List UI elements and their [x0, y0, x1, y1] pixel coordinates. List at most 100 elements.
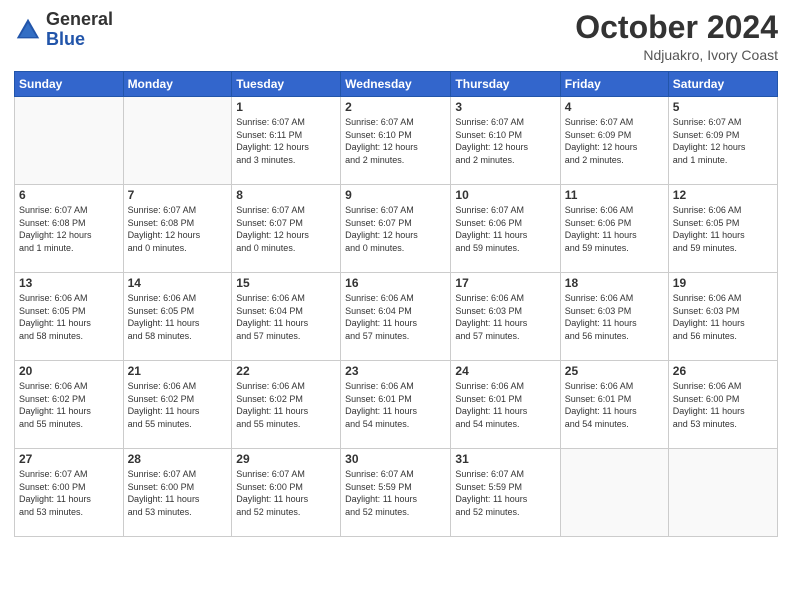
day-info: Sunrise: 6:07 AM Sunset: 6:09 PM Dayligh… — [673, 116, 773, 166]
day-number: 7 — [128, 188, 228, 202]
weekday-header-row: SundayMondayTuesdayWednesdayThursdayFrid… — [15, 72, 778, 97]
day-number: 27 — [19, 452, 119, 466]
weekday-header-wednesday: Wednesday — [341, 72, 451, 97]
day-number: 3 — [455, 100, 555, 114]
day-number: 10 — [455, 188, 555, 202]
calendar-week-row: 20Sunrise: 6:06 AM Sunset: 6:02 PM Dayli… — [15, 361, 778, 449]
day-info: Sunrise: 6:07 AM Sunset: 6:00 PM Dayligh… — [128, 468, 228, 518]
day-number: 16 — [345, 276, 446, 290]
day-info: Sunrise: 6:06 AM Sunset: 6:01 PM Dayligh… — [565, 380, 664, 430]
calendar-week-row: 13 Sunrise: 6:06 AM Sunset: 6:05 PM Dayli… — [15, 273, 778, 361]
day-number: 12 — [673, 188, 773, 202]
day-info: Sunrise: 6:06 AM Sunset: 6:03 PM Dayligh… — [455, 292, 555, 342]
day-number: 17 — [455, 276, 555, 290]
day-number: 25 — [565, 364, 664, 378]
calendar-cell: 23 Sunrise: 6:06 AM Sunset: 6:01 PM Dayli… — [341, 361, 451, 449]
calendar-cell: 2Sunrise: 6:07 AM Sunset: 6:10 PM Daylig… — [341, 97, 451, 185]
day-info: Sunrise: 6:07 AM Sunset: 6:10 PM Dayligh… — [345, 116, 446, 166]
calendar-cell: 9 Sunrise: 6:07 AM Sunset: 6:07 PM Daylig… — [341, 185, 451, 273]
weekday-header-friday: Friday — [560, 72, 668, 97]
calendar-week-row: 27 Sunrise: 6:07 AM Sunset: 6:00 PM Dayli… — [15, 449, 778, 537]
day-info: Sunrise: 6:06 AM Sunset: 6:03 PM Dayligh… — [565, 292, 664, 342]
day-number: 23 — [345, 364, 446, 378]
calendar-cell: 24 Sunrise: 6:06 AM Sunset: 6:01 PM Dayli… — [451, 361, 560, 449]
day-info: Sunrise: 6:06 AM Sunset: 6:02 PM Dayligh… — [236, 380, 336, 430]
calendar-cell: 18 Sunrise: 6:06 AM Sunset: 6:03 PM Dayli… — [560, 273, 668, 361]
calendar-cell: 21 Sunrise: 6:06 AM Sunset: 6:02 PM Dayli… — [123, 361, 232, 449]
calendar-cell: 10 Sunrise: 6:07 AM Sunset: 6:06 PM Dayli… — [451, 185, 560, 273]
calendar-cell: 3 Sunrise: 6:07 AM Sunset: 6:10 PM Daylig… — [451, 97, 560, 185]
calendar-cell: 11Sunrise: 6:06 AM Sunset: 6:06 PM Dayli… — [560, 185, 668, 273]
calendar-cell: 13 Sunrise: 6:06 AM Sunset: 6:05 PM Dayli… — [15, 273, 124, 361]
day-number: 18 — [565, 276, 664, 290]
calendar-cell: 17 Sunrise: 6:06 AM Sunset: 6:03 PM Dayli… — [451, 273, 560, 361]
calendar-cell — [668, 449, 777, 537]
logo-text: General Blue — [46, 10, 113, 50]
day-info: Sunrise: 6:07 AM Sunset: 5:59 PM Dayligh… — [455, 468, 555, 518]
day-number: 5 — [673, 100, 773, 114]
weekday-header-saturday: Saturday — [668, 72, 777, 97]
calendar-cell: 8Sunrise: 6:07 AM Sunset: 6:07 PM Daylig… — [232, 185, 341, 273]
day-number: 24 — [455, 364, 555, 378]
calendar-cell: 28Sunrise: 6:07 AM Sunset: 6:00 PM Dayli… — [123, 449, 232, 537]
calendar-week-row: 6 Sunrise: 6:07 AM Sunset: 6:08 PM Daylig… — [15, 185, 778, 273]
day-info: Sunrise: 6:06 AM Sunset: 6:05 PM Dayligh… — [128, 292, 228, 342]
logo: General Blue — [14, 10, 113, 50]
calendar-cell: 30 Sunrise: 6:07 AM Sunset: 5:59 PM Dayli… — [341, 449, 451, 537]
month-year-title: October 2024 — [575, 10, 778, 45]
day-info: Sunrise: 6:06 AM Sunset: 6:02 PM Dayligh… — [19, 380, 119, 430]
day-info: Sunrise: 6:07 AM Sunset: 6:00 PM Dayligh… — [19, 468, 119, 518]
calendar-cell: 22 Sunrise: 6:06 AM Sunset: 6:02 PM Dayli… — [232, 361, 341, 449]
calendar-cell: 14Sunrise: 6:06 AM Sunset: 6:05 PM Dayli… — [123, 273, 232, 361]
day-info: Sunrise: 6:06 AM Sunset: 6:02 PM Dayligh… — [128, 380, 228, 430]
calendar-week-row: 1Sunrise: 6:07 AM Sunset: 6:11 PM Daylig… — [15, 97, 778, 185]
day-number: 30 — [345, 452, 446, 466]
calendar-cell: 26 Sunrise: 6:06 AM Sunset: 6:00 PM Dayli… — [668, 361, 777, 449]
day-info: Sunrise: 6:06 AM Sunset: 6:01 PM Dayligh… — [455, 380, 555, 430]
calendar-cell: 27 Sunrise: 6:07 AM Sunset: 6:00 PM Dayli… — [15, 449, 124, 537]
day-number: 26 — [673, 364, 773, 378]
weekday-header-thursday: Thursday — [451, 72, 560, 97]
day-info: Sunrise: 6:07 AM Sunset: 5:59 PM Dayligh… — [345, 468, 446, 518]
day-info: Sunrise: 6:07 AM Sunset: 6:00 PM Dayligh… — [236, 468, 336, 518]
calendar-cell: 12 Sunrise: 6:06 AM Sunset: 6:05 PM Dayli… — [668, 185, 777, 273]
day-info: Sunrise: 6:07 AM Sunset: 6:10 PM Dayligh… — [455, 116, 555, 166]
day-number: 29 — [236, 452, 336, 466]
weekday-header-sunday: Sunday — [15, 72, 124, 97]
calendar-cell: 4Sunrise: 6:07 AM Sunset: 6:09 PM Daylig… — [560, 97, 668, 185]
logo-icon — [14, 16, 42, 44]
day-number: 21 — [128, 364, 228, 378]
day-info: Sunrise: 6:07 AM Sunset: 6:07 PM Dayligh… — [345, 204, 446, 254]
day-number: 13 — [19, 276, 119, 290]
day-number: 6 — [19, 188, 119, 202]
calendar-cell — [560, 449, 668, 537]
day-number: 19 — [673, 276, 773, 290]
day-number: 31 — [455, 452, 555, 466]
day-info: Sunrise: 6:07 AM Sunset: 6:09 PM Dayligh… — [565, 116, 664, 166]
location-subtitle: Ndjuakro, Ivory Coast — [575, 47, 778, 63]
day-info: Sunrise: 6:06 AM Sunset: 6:06 PM Dayligh… — [565, 204, 664, 254]
calendar-cell: 31 Sunrise: 6:07 AM Sunset: 5:59 PM Dayli… — [451, 449, 560, 537]
day-info: Sunrise: 6:07 AM Sunset: 6:08 PM Dayligh… — [128, 204, 228, 254]
day-number: 9 — [345, 188, 446, 202]
day-info: Sunrise: 6:06 AM Sunset: 6:03 PM Dayligh… — [673, 292, 773, 342]
day-info: Sunrise: 6:06 AM Sunset: 6:05 PM Dayligh… — [673, 204, 773, 254]
day-number: 8 — [236, 188, 336, 202]
day-number: 15 — [236, 276, 336, 290]
weekday-header-monday: Monday — [123, 72, 232, 97]
day-info: Sunrise: 6:07 AM Sunset: 6:11 PM Dayligh… — [236, 116, 336, 166]
calendar-cell: 20Sunrise: 6:06 AM Sunset: 6:02 PM Dayli… — [15, 361, 124, 449]
weekday-header-tuesday: Tuesday — [232, 72, 341, 97]
day-number: 22 — [236, 364, 336, 378]
page-header: General Blue October 2024 Ndjuakro, Ivor… — [14, 10, 778, 63]
calendar-table: SundayMondayTuesdayWednesdayThursdayFrid… — [14, 71, 778, 537]
day-info: Sunrise: 6:06 AM Sunset: 6:01 PM Dayligh… — [345, 380, 446, 430]
calendar-cell: 1Sunrise: 6:07 AM Sunset: 6:11 PM Daylig… — [232, 97, 341, 185]
calendar-cell — [15, 97, 124, 185]
calendar-cell: 5 Sunrise: 6:07 AM Sunset: 6:09 PM Daylig… — [668, 97, 777, 185]
calendar-cell — [123, 97, 232, 185]
day-info: Sunrise: 6:06 AM Sunset: 6:00 PM Dayligh… — [673, 380, 773, 430]
day-info: Sunrise: 6:07 AM Sunset: 6:06 PM Dayligh… — [455, 204, 555, 254]
day-info: Sunrise: 6:06 AM Sunset: 6:05 PM Dayligh… — [19, 292, 119, 342]
calendar-header: SundayMondayTuesdayWednesdayThursdayFrid… — [15, 72, 778, 97]
